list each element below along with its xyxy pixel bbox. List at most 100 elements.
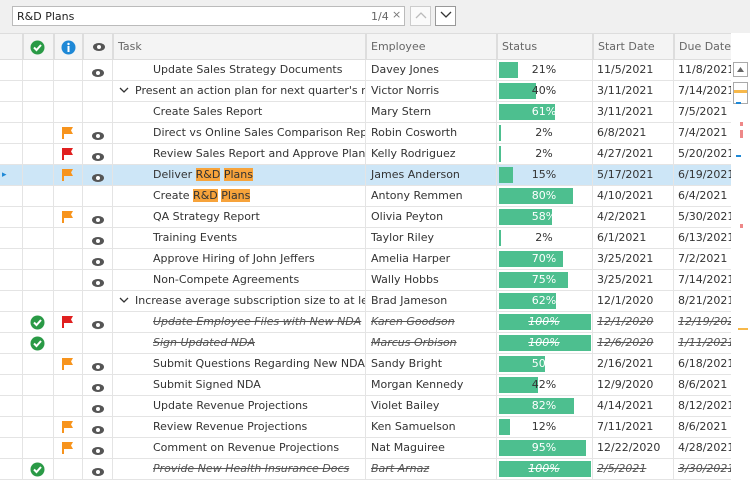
status-cell[interactable]: 95%	[496, 438, 592, 458]
start-date-cell[interactable]: 12/1/2020	[592, 291, 673, 311]
status-cell[interactable]: 100%	[496, 333, 592, 353]
header-due-date[interactable]: Due Date	[673, 34, 731, 60]
due-date-cell[interactable]: 5/30/2021	[673, 207, 731, 227]
start-date-cell[interactable]: 2/16/2021	[592, 354, 673, 374]
flag-cell[interactable]	[53, 165, 82, 185]
start-date-cell[interactable]: 4/14/2021	[592, 396, 673, 416]
employee-cell[interactable]: Wally Hobbs	[365, 270, 496, 290]
start-date-cell[interactable]: 6/8/2021	[592, 123, 673, 143]
watch-cell[interactable]	[82, 165, 112, 185]
task-cell[interactable]: Create R&D Plans	[112, 186, 365, 206]
flag-cell[interactable]	[53, 207, 82, 227]
table-row[interactable]: QA Strategy Report Olivia Peyton 58% 4/2/20…	[0, 207, 731, 228]
task-cell[interactable]: Approve Hiring of John Jeffers	[112, 249, 365, 269]
status-cell[interactable]: 70%	[496, 249, 592, 269]
status-cell[interactable]: 12%	[496, 417, 592, 437]
watch-cell[interactable]	[82, 102, 112, 122]
due-date-cell[interactable]: 6/19/2021	[673, 165, 731, 185]
complete-cell[interactable]	[22, 291, 53, 311]
complete-cell[interactable]	[22, 228, 53, 248]
header-complete[interactable]	[22, 34, 53, 60]
status-cell[interactable]: 80%	[496, 186, 592, 206]
flag-cell[interactable]	[53, 459, 82, 479]
start-date-cell[interactable]: 7/11/2021	[592, 417, 673, 437]
employee-cell[interactable]: Mary Stern	[365, 102, 496, 122]
find-next-button[interactable]	[435, 6, 456, 26]
header-info[interactable]	[53, 34, 82, 60]
table-row[interactable]: Provide New Health Insurance Docs Bart Ar…	[0, 459, 731, 480]
status-cell[interactable]: 58%	[496, 207, 592, 227]
employee-cell[interactable]: Marcus Orbison	[365, 333, 496, 353]
clear-search-button[interactable]: ×	[392, 8, 401, 21]
table-row[interactable]: Increase average subscription size to at…	[0, 291, 731, 312]
start-date-cell[interactable]: 12/6/2020	[592, 333, 673, 353]
task-cell[interactable]: Comment on Revenue Projections	[112, 438, 365, 458]
due-date-cell[interactable]: 8/6/2021	[673, 375, 731, 395]
flag-cell[interactable]	[53, 270, 82, 290]
watch-cell[interactable]	[82, 249, 112, 269]
flag-cell[interactable]	[53, 144, 82, 164]
complete-cell[interactable]	[22, 375, 53, 395]
employee-cell[interactable]: Antony Remmen	[365, 186, 496, 206]
employee-cell[interactable]: Karen Goodson	[365, 312, 496, 332]
due-date-cell[interactable]: 11/8/2021	[673, 60, 731, 80]
task-cell[interactable]: Submit Questions Regarding New NDA	[112, 354, 365, 374]
watch-cell[interactable]	[82, 270, 112, 290]
employee-cell[interactable]: Violet Bailey	[365, 396, 496, 416]
status-cell[interactable]: 50%	[496, 354, 592, 374]
table-row[interactable]: Create Sales Report Mary Stern 61% 3/11/202…	[0, 102, 731, 123]
status-cell[interactable]: 100%	[496, 459, 592, 479]
table-row[interactable]: Training Events Taylor Riley 2% 6/1/2021 6/1…	[0, 228, 731, 249]
find-input[interactable]	[12, 6, 405, 26]
complete-cell[interactable]	[22, 249, 53, 269]
due-date-cell[interactable]: 6/4/2021	[673, 186, 731, 206]
table-row[interactable]: Update Revenue Projections Violet Bailey 8…	[0, 396, 731, 417]
watch-cell[interactable]	[82, 459, 112, 479]
table-row[interactable]: ▸ Deliver R&D Plans James Anderson 15% 5/17/…	[0, 165, 731, 186]
complete-cell[interactable]	[22, 354, 53, 374]
table-row[interactable]: Non-Compete Agreements Wally Hobbs 75% 3/25…	[0, 270, 731, 291]
task-cell[interactable]: Review Sales Report and Approve Plans	[112, 144, 365, 164]
complete-cell[interactable]	[22, 396, 53, 416]
due-date-cell[interactable]: 7/5/2021	[673, 102, 731, 122]
watch-cell[interactable]	[82, 333, 112, 353]
table-row[interactable]: Approve Hiring of John Jeffers Amelia Har…	[0, 249, 731, 270]
status-cell[interactable]: 82%	[496, 396, 592, 416]
watch-cell[interactable]	[82, 291, 112, 311]
employee-cell[interactable]: Robin Cosworth	[365, 123, 496, 143]
task-cell[interactable]: Submit Signed NDA	[112, 375, 365, 395]
complete-cell[interactable]	[22, 123, 53, 143]
due-date-cell[interactable]: 6/13/2021	[673, 228, 731, 248]
complete-cell[interactable]	[22, 270, 53, 290]
task-cell[interactable]: Create Sales Report	[112, 102, 365, 122]
table-row[interactable]: Update Sales Strategy Documents Davey Jon…	[0, 60, 731, 81]
due-date-cell[interactable]: 3/30/2021	[673, 459, 731, 479]
start-date-cell[interactable]: 2/5/2021	[592, 459, 673, 479]
start-date-cell[interactable]: 3/25/2021	[592, 249, 673, 269]
due-date-cell[interactable]: 6/18/2021	[673, 354, 731, 374]
watch-cell[interactable]	[82, 438, 112, 458]
complete-cell[interactable]	[22, 417, 53, 437]
watch-cell[interactable]	[82, 417, 112, 437]
status-cell[interactable]: 75%	[496, 270, 592, 290]
chevron-down-icon[interactable]	[119, 296, 129, 304]
task-cell[interactable]: Deliver R&D Plans	[112, 165, 365, 185]
task-cell[interactable]: Update Sales Strategy Documents	[112, 60, 365, 80]
start-date-cell[interactable]: 12/1/2020	[592, 312, 673, 332]
flag-cell[interactable]	[53, 396, 82, 416]
task-cell[interactable]: Increase average subscription size to at…	[112, 291, 365, 311]
flag-cell[interactable]	[53, 333, 82, 353]
start-date-cell[interactable]: 3/11/2021	[592, 81, 673, 101]
watch-cell[interactable]	[82, 375, 112, 395]
flag-cell[interactable]	[53, 186, 82, 206]
due-date-cell[interactable]: 7/2/2021	[673, 249, 731, 269]
status-cell[interactable]: 100%	[496, 312, 592, 332]
task-cell[interactable]: Provide New Health Insurance Docs	[112, 459, 365, 479]
complete-cell[interactable]	[22, 333, 53, 353]
complete-cell[interactable]	[22, 144, 53, 164]
status-cell[interactable]: 61%	[496, 102, 592, 122]
flag-cell[interactable]	[53, 60, 82, 80]
task-cell[interactable]: Update Revenue Projections	[112, 396, 365, 416]
due-date-cell[interactable]: 7/4/2021	[673, 123, 731, 143]
employee-cell[interactable]: Amelia Harper	[365, 249, 496, 269]
